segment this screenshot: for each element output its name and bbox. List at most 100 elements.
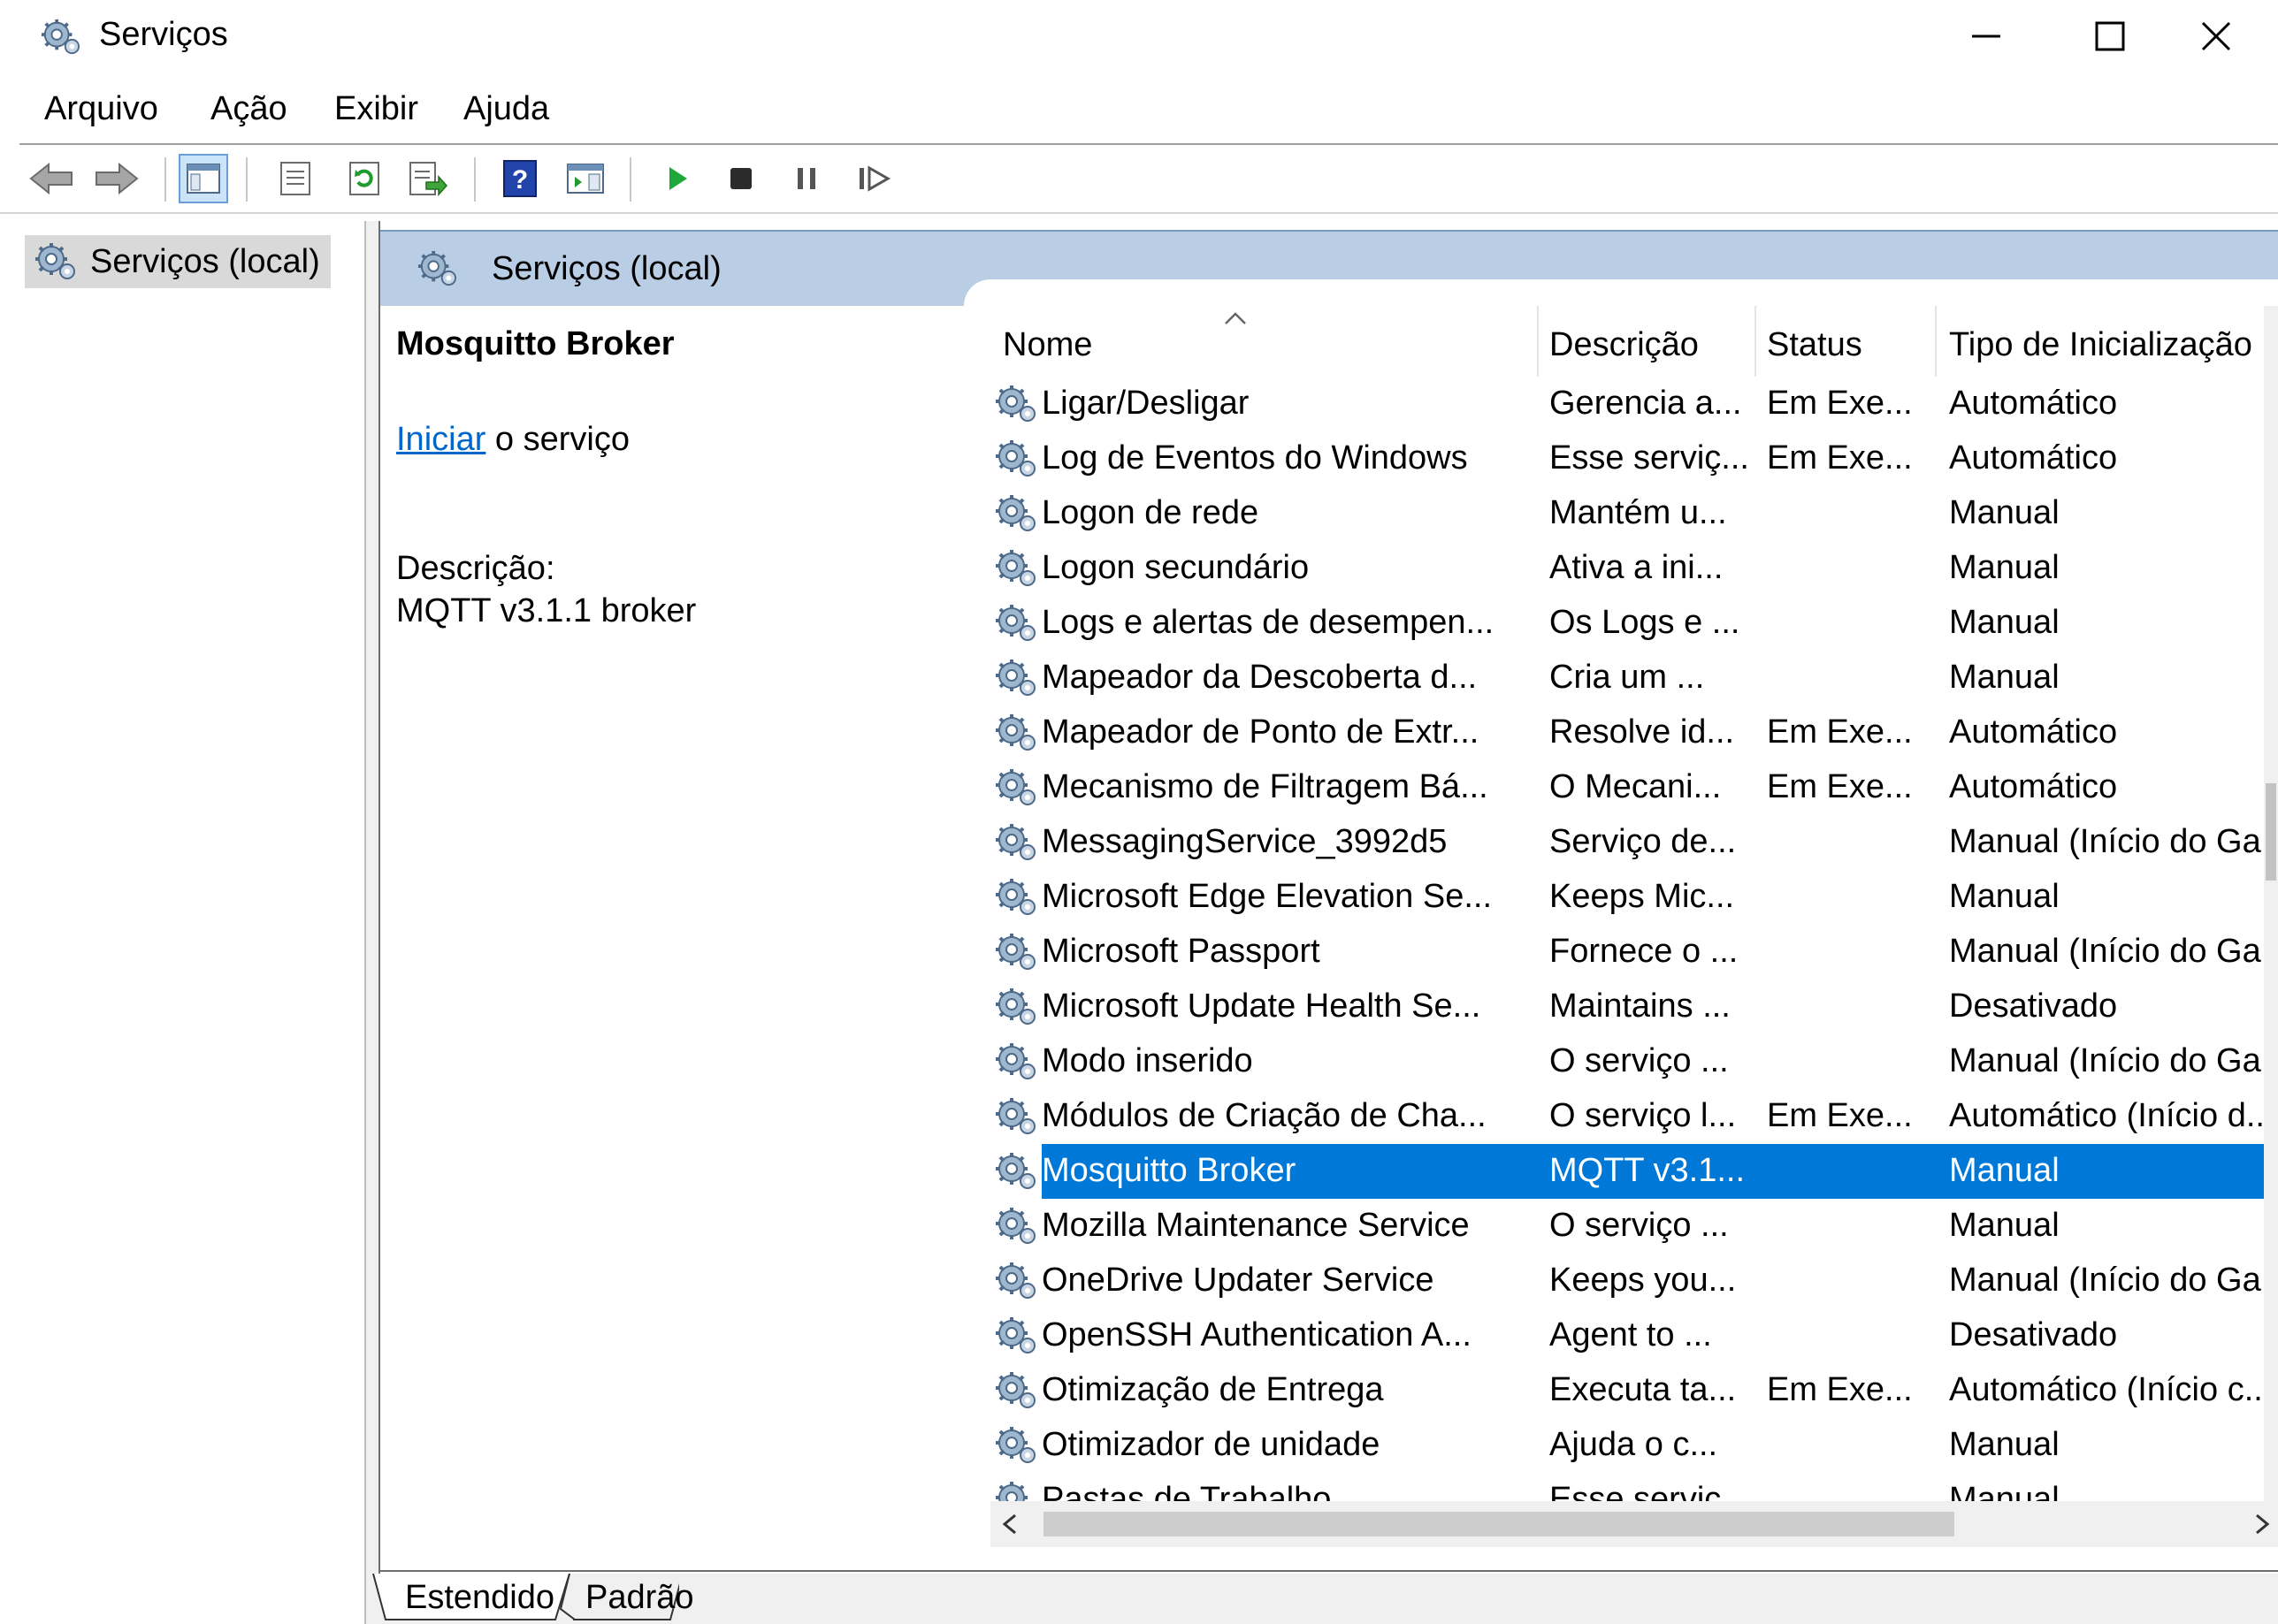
service-gear-icon (994, 767, 1036, 806)
service-startup-type: Manual (1949, 549, 2060, 586)
scroll-left-icon[interactable] (999, 1510, 1021, 1538)
service-startup-type: Manual (1949, 1152, 2060, 1189)
vertical-scrollbar[interactable] (2264, 306, 2278, 1501)
properties-button[interactable] (271, 154, 320, 203)
column-divider[interactable] (1754, 306, 1756, 377)
vertical-scroll-thumb[interactable] (2266, 783, 2276, 881)
show-hide-console-tree-button[interactable] (179, 154, 228, 203)
menu-ajuda[interactable]: Ajuda (463, 90, 549, 128)
service-name: Mapeador de Ponto de Extr... (1042, 713, 1479, 751)
service-row[interactable]: Modo inserido O serviço ... Manual (Início… (990, 1034, 2264, 1089)
minimize-button[interactable] (1924, 0, 2048, 72)
services-list: Nome Descrição Status Tipo de Inicializa… (990, 306, 2264, 1501)
horizontal-scroll-thumb[interactable] (1043, 1512, 1954, 1536)
toolbar: ? (0, 149, 2278, 212)
service-row[interactable]: Microsoft Passport Fornece o ... Manual (I… (990, 925, 2264, 980)
service-startup-type: Automático (1949, 713, 2118, 751)
service-gear-icon (994, 1096, 1036, 1135)
service-row[interactable]: Otimizador de unidade Ajuda o c... Manual (990, 1418, 2264, 1473)
service-row[interactable]: Logon de rede Mantém u... Manual (990, 486, 2264, 541)
properties-icon (280, 162, 310, 195)
service-row[interactable]: Logon secundário Ativa a ini... Manual (990, 541, 2264, 596)
service-row[interactable]: Pastas de Trabalho Esse serviç... Manual (990, 1473, 2264, 1501)
column-divider[interactable] (1537, 306, 1539, 377)
service-row[interactable]: Microsoft Edge Elevation Se... Keeps Mic.… (990, 870, 2264, 925)
service-name: Microsoft Edge Elevation Se... (1042, 878, 1493, 915)
show-hide-console-tree-icon (187, 164, 220, 194)
service-description: Maintains ... (1549, 987, 1731, 1025)
tree-item-label: Serviços (local) (90, 242, 320, 280)
service-status: Em Exe... (1767, 1371, 1913, 1408)
service-row[interactable]: Mapeador de Ponto de Extr... Resolve id..… (990, 705, 2264, 760)
service-row[interactable]: Módulos de Criação de Cha... O serviço l.… (990, 1089, 2264, 1144)
column-nome[interactable]: Nome (1003, 306, 1498, 377)
help-button[interactable]: ? (495, 154, 545, 203)
maximize-icon (2095, 21, 2125, 51)
start-service-button[interactable] (653, 154, 702, 203)
service-row[interactable]: Mosquitto Broker MQTT v3.1... Manual (990, 1144, 2264, 1199)
horizontal-scrollbar[interactable] (990, 1501, 2278, 1547)
service-status: Em Exe... (1767, 713, 1913, 751)
service-gear-icon (994, 438, 1036, 477)
menu-arquivo[interactable]: Arquivo (44, 90, 158, 128)
service-name: Otimizador de unidade (1042, 1426, 1380, 1463)
service-description: Fornece o ... (1549, 933, 1739, 970)
service-row[interactable]: Microsoft Update Health Se... Maintains .… (990, 980, 2264, 1034)
service-gear-icon (994, 493, 1036, 532)
service-row[interactable]: OneDrive Updater Service Keeps you... Manu… (990, 1254, 2264, 1308)
pane-splitter[interactable] (364, 221, 380, 1624)
forward-button[interactable] (92, 154, 141, 203)
service-row[interactable]: Ligar/Desligar Gerencia a... Em Exe... Auto… (990, 377, 2264, 431)
restart-service-button[interactable] (849, 154, 898, 203)
export-list-button[interactable] (403, 154, 453, 203)
services-pane: Serviços (local) Mosquitto Broker Inicia… (380, 230, 2278, 1574)
close-icon (2201, 21, 2231, 51)
service-name: Mozilla Maintenance Service (1042, 1207, 1470, 1244)
service-row[interactable]: Otimização de Entrega Executa ta... Em Exe… (990, 1363, 2264, 1418)
gears-icon (34, 241, 76, 280)
column-tipo-inicializacao[interactable]: Tipo de Inicialização (1949, 306, 2264, 377)
scroll-right-icon[interactable] (2251, 1510, 2273, 1538)
service-gear-icon (994, 1206, 1036, 1245)
service-row[interactable]: Mozilla Maintenance Service O serviço ...… (990, 1199, 2264, 1254)
start-service-link[interactable]: Iniciar (396, 421, 485, 458)
maximize-button[interactable] (2048, 0, 2172, 72)
service-row[interactable]: Logs e alertas de desempen... Os Logs e .… (990, 596, 2264, 651)
pause-service-icon (798, 168, 815, 189)
service-name: Ligar/Desligar (1042, 385, 1250, 422)
column-descricao[interactable]: Descrição (1549, 306, 1751, 377)
service-startup-type: Automático (Início c... (1949, 1371, 2264, 1408)
menu-separator (19, 143, 2278, 145)
close-button[interactable] (2154, 0, 2278, 72)
service-row[interactable]: MessagingService_3992d5 Serviço de... Manu… (990, 815, 2264, 870)
pause-service-button[interactable] (782, 154, 831, 203)
service-row[interactable]: OpenSSH Authentication A... Agent to ... D… (990, 1308, 2264, 1363)
show-hide-action-pane-button[interactable] (561, 154, 610, 203)
back-button[interactable] (27, 154, 76, 203)
service-row[interactable]: Log de Eventos do Windows Esse serviç... E… (990, 431, 2264, 486)
column-divider[interactable] (1935, 306, 1937, 377)
column-status[interactable]: Status (1767, 306, 1926, 377)
refresh-button[interactable] (340, 154, 389, 203)
service-description: O Mecani... (1549, 768, 1722, 805)
stop-service-button[interactable] (716, 154, 766, 203)
menu-exibir[interactable]: Exibir (334, 90, 418, 128)
service-name: Log de Eventos do Windows (1042, 439, 1468, 477)
pane-header-title: Serviços (local) (492, 249, 722, 287)
console-tree: Serviços (local) (0, 221, 364, 1624)
service-startup-type: Desativado (1949, 987, 2118, 1025)
service-description: Esse serviç... (1549, 1481, 1749, 1501)
menu-acao[interactable]: Ação (210, 90, 287, 128)
service-name: Mecanismo de Filtragem Bá... (1042, 768, 1488, 805)
tree-item-servicos-local[interactable]: Serviços (local) (25, 235, 331, 288)
service-name: Logon secundário (1042, 549, 1310, 586)
service-row[interactable]: Mecanismo de Filtragem Bá... O Mecani... E… (990, 760, 2264, 815)
service-description: Executa ta... (1549, 1371, 1737, 1408)
service-gear-icon (994, 932, 1036, 971)
service-startup-type: Manual (Início do Ga... (1949, 1262, 2264, 1299)
service-row[interactable]: Mapeador da Descoberta d... Cria um ... Ma… (990, 651, 2264, 705)
service-description: Ativa a ini... (1549, 549, 1724, 586)
tab-estendido[interactable]: Estendido (396, 1574, 563, 1621)
tab-padrao[interactable]: Padrão (577, 1574, 703, 1621)
service-gear-icon (994, 603, 1036, 642)
